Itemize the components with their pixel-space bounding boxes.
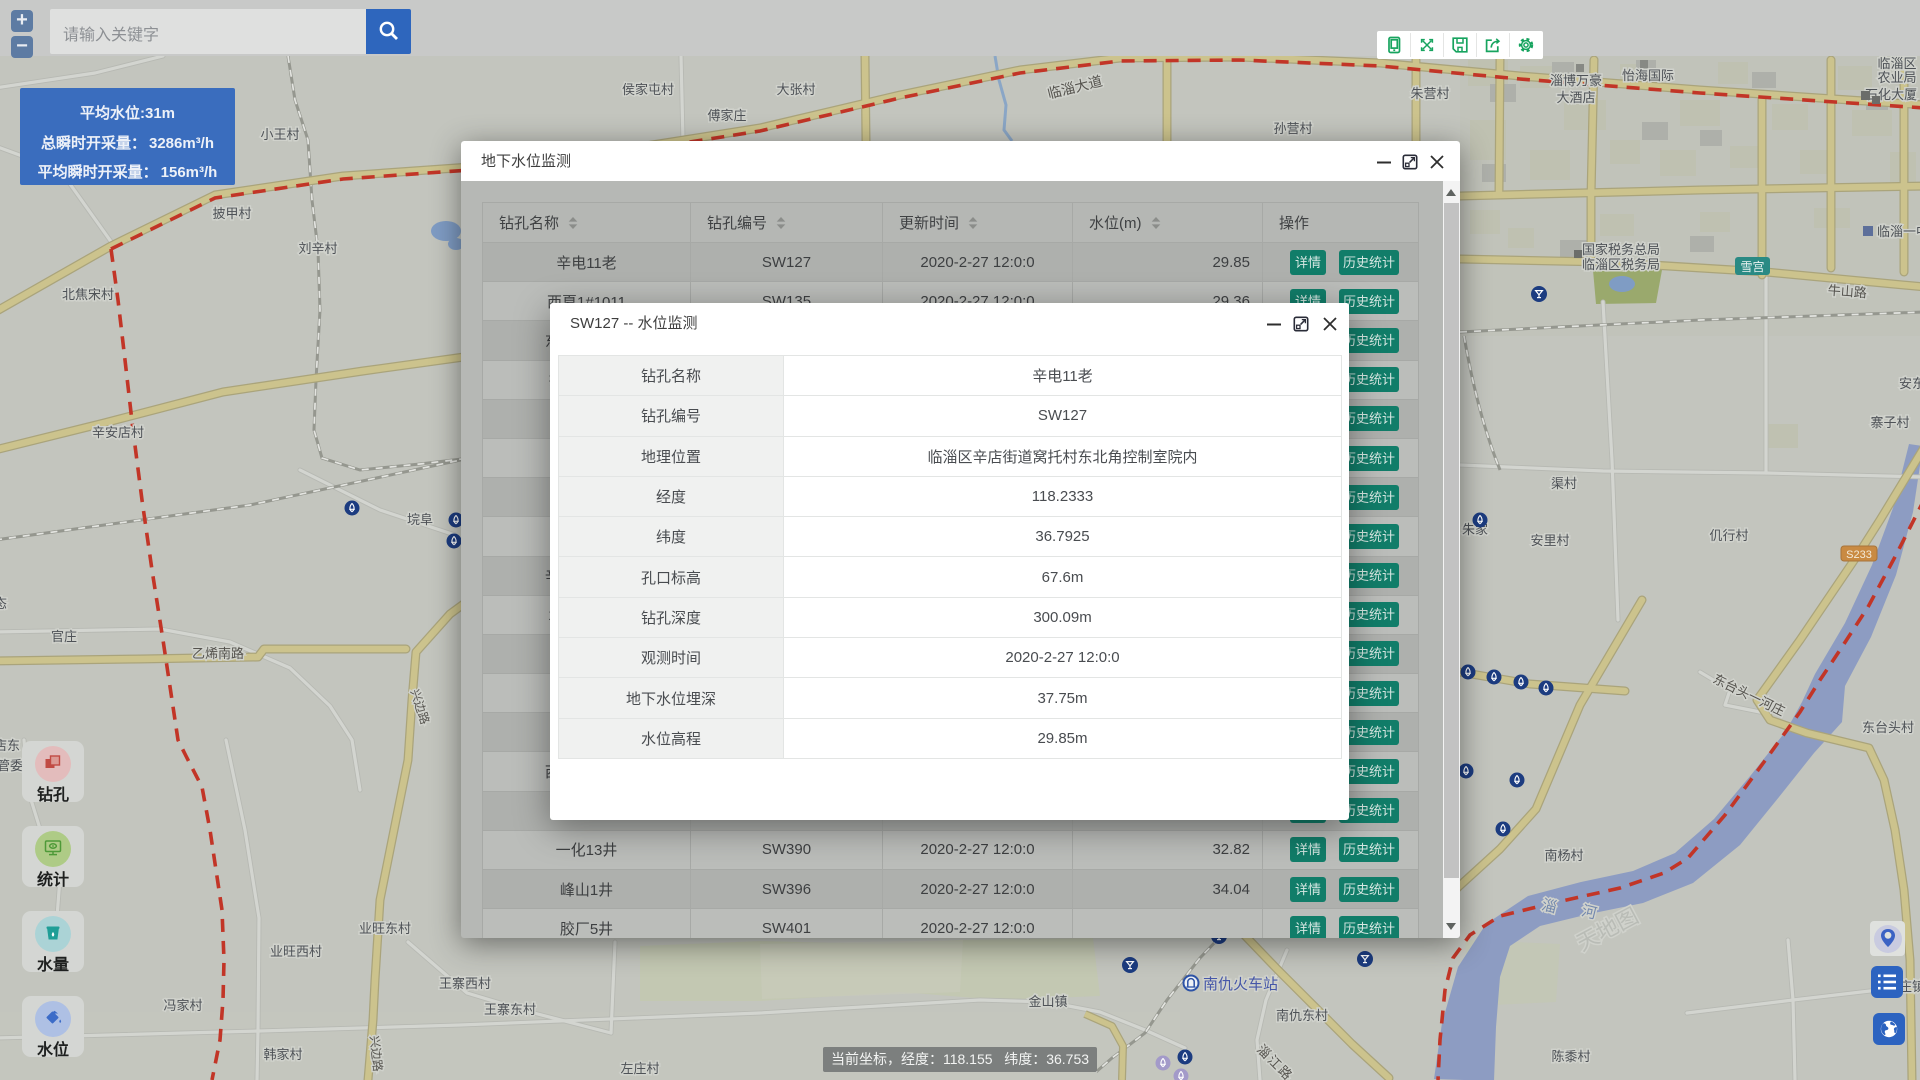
svg-text:孙营村: 孙营村 (1273, 121, 1312, 136)
svg-text:怡海国际: 怡海国际 (1622, 68, 1674, 83)
svg-text:临淄区: 临淄区 (1877, 56, 1916, 71)
svg-text:垸阜: 垸阜 (407, 512, 433, 527)
svg-text:业旺西村: 业旺西村 (270, 944, 322, 959)
svg-text:刘辛村: 刘辛村 (298, 241, 337, 256)
svg-text:傅家庄: 傅家庄 (707, 108, 746, 123)
svg-text:侯家屯村: 侯家屯村 (622, 82, 674, 97)
svg-text:南仇火车站: 南仇火车站 (1203, 976, 1278, 993)
svg-text:官庄: 官庄 (51, 629, 77, 644)
svg-text:仉行村: 仉行村 (1709, 528, 1748, 543)
svg-text:大酒店: 大酒店 (1556, 90, 1595, 105)
svg-text:南杨村: 南杨村 (1544, 848, 1583, 863)
svg-text:雪宫: 雪宫 (1740, 259, 1764, 274)
svg-text:淄博万豪: 淄博万豪 (1550, 73, 1602, 88)
svg-text:渠村: 渠村 (1551, 476, 1577, 491)
svg-text:安东: 安东 (1899, 376, 1920, 391)
svg-text:南仇东村: 南仇东村 (1276, 1008, 1328, 1023)
svg-text:小王村: 小王村 (260, 127, 299, 142)
svg-text:辛安店村: 辛安店村 (92, 425, 144, 440)
svg-text:北焦宋村: 北焦宋村 (62, 287, 114, 302)
svg-text:大张村: 大张村 (776, 82, 815, 97)
svg-text:金山镇: 金山镇 (1028, 994, 1067, 1009)
svg-text:乙烯南路: 乙烯南路 (192, 646, 244, 661)
svg-text:S233: S233 (1846, 549, 1872, 561)
svg-text:业旺东村: 业旺东村 (359, 921, 411, 936)
svg-text:牛山路: 牛山路 (1827, 283, 1867, 301)
svg-text:店东: 店东 (0, 738, 20, 753)
svg-text:临淄一中: 临淄一中 (1877, 224, 1920, 239)
svg-text:农业局: 农业局 (1877, 70, 1916, 85)
svg-text:朱营村: 朱营村 (1410, 86, 1449, 101)
svg-text:王寨西村: 王寨西村 (439, 976, 491, 991)
svg-text:态: 态 (0, 596, 7, 611)
svg-text:东台头村: 东台头村 (1862, 720, 1914, 735)
svg-text:陈黍村: 陈黍村 (1551, 1049, 1590, 1064)
svg-text:韩家村: 韩家村 (263, 1047, 302, 1062)
svg-text:披甲村: 披甲村 (212, 206, 251, 221)
svg-text:临淄区税务局: 临淄区税务局 (1582, 257, 1660, 272)
svg-text:管委: 管委 (0, 758, 23, 773)
svg-text:王寨东村: 王寨东村 (484, 1002, 536, 1017)
svg-text:冯家村: 冯家村 (163, 998, 202, 1013)
svg-text:左庄村: 左庄村 (620, 1061, 659, 1076)
svg-text:国家税务总局: 国家税务总局 (1582, 242, 1660, 257)
svg-text:寨子村: 寨子村 (1870, 415, 1909, 430)
svg-text:安里村: 安里村 (1530, 533, 1569, 548)
